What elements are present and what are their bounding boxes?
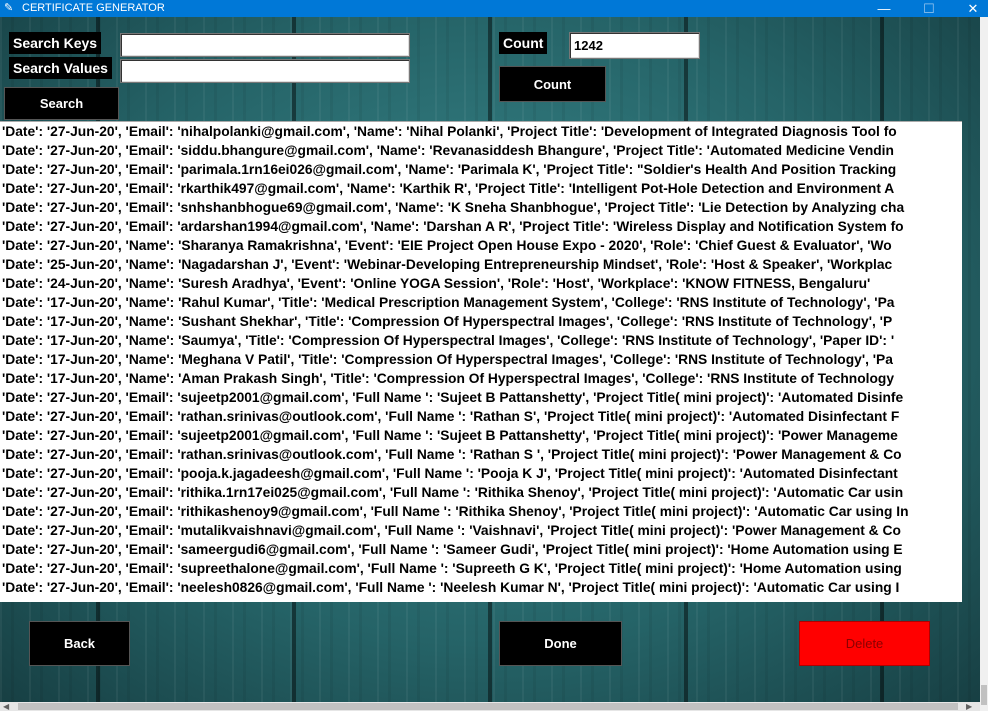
count-button[interactable]: Count bbox=[499, 66, 606, 102]
scroll-left-arrow-icon[interactable]: ◀ bbox=[3, 702, 9, 711]
vertical-scrollbar[interactable] bbox=[980, 17, 988, 711]
list-item[interactable]: 'Date': '27-Jun-20', 'Email': 'rithikash… bbox=[0, 502, 962, 521]
done-button[interactable]: Done bbox=[499, 621, 622, 666]
list-item[interactable]: 'Date': '27-Jun-20', 'Email': 'mutalikva… bbox=[0, 521, 962, 540]
list-item[interactable]: 'Date': '17-Jun-20', 'Name': 'Rahul Kuma… bbox=[0, 293, 962, 312]
list-item[interactable]: 'Date': '17-Jun-20', 'Name': 'Meghana V … bbox=[0, 350, 962, 369]
list-item[interactable]: 'Date': '27-Jun-20', 'Email': 'parimala.… bbox=[0, 160, 962, 179]
list-item[interactable]: 'Date': '27-Jun-20', 'Email': 'siddu.bha… bbox=[0, 141, 962, 160]
search-button[interactable]: Search bbox=[4, 87, 119, 120]
list-item[interactable]: 'Date': '17-Jun-20', 'Name': 'Sushant Sh… bbox=[0, 312, 962, 331]
list-item[interactable]: 'Date': '27-Jun-20', 'Email': 'rathan.sr… bbox=[0, 407, 962, 426]
list-item[interactable]: 'Date': '27-Jun-20', 'Email': 'sujeetp20… bbox=[0, 388, 962, 407]
list-item[interactable]: 'Date': '27-Jun-20', 'Email': 'sameergud… bbox=[0, 540, 962, 559]
count-label: Count bbox=[499, 32, 548, 54]
records-listbox[interactable]: 'Date': '27-Jun-20', 'Email': 'nihalpola… bbox=[0, 121, 962, 602]
back-button[interactable]: Back bbox=[29, 621, 130, 666]
list-item[interactable]: 'Date': '24-Jun-20', 'Name': 'Suresh Ara… bbox=[0, 274, 962, 293]
list-item[interactable]: 'Date': '27-Jun-20', 'Email': 'neelesh08… bbox=[0, 578, 962, 597]
close-button[interactable]: ✕ bbox=[951, 0, 988, 17]
search-values-input[interactable] bbox=[120, 59, 410, 83]
list-item[interactable]: 'Date': '27-Jun-20', 'Email': 'rkarthik4… bbox=[0, 179, 962, 198]
list-item[interactable]: 'Date': '25-Jun-20', 'Name': 'Nagadarsha… bbox=[0, 255, 962, 274]
list-item[interactable]: 'Date': '27-Jun-20', 'Email': 'rathan.sr… bbox=[0, 445, 962, 464]
list-item[interactable]: 'Date': '27-Jun-20', 'Email': 'rithika.1… bbox=[0, 483, 962, 502]
horizontal-scrollbar[interactable]: ◀ ▶ bbox=[0, 702, 980, 711]
list-item[interactable]: 'Date': '27-Jun-20', 'Email': 'sujeetp20… bbox=[0, 426, 962, 445]
list-item[interactable]: 'Date': '17-Jun-20', 'Name': 'Aman Praka… bbox=[0, 369, 962, 388]
delete-button[interactable]: Delete bbox=[799, 621, 930, 666]
title-bar: ✎ CERTIFICATE GENERATOR — ☐ ✕ bbox=[0, 0, 988, 17]
minimize-button[interactable]: — bbox=[862, 0, 906, 17]
list-item[interactable]: 'Date': '27-Jun-20', 'Email': 'snhshanbh… bbox=[0, 198, 962, 217]
list-item[interactable]: 'Date': '27-Jun-20', 'Email': 'ardarshan… bbox=[0, 217, 962, 236]
search-keys-label: Search Keys bbox=[9, 32, 102, 54]
search-values-label: Search Values bbox=[9, 57, 112, 79]
list-item[interactable]: 'Date': '27-Jun-20', 'Email': 'nihalpola… bbox=[0, 122, 962, 141]
scroll-right-arrow-icon[interactable]: ▶ bbox=[966, 702, 972, 711]
list-item[interactable]: 'Date': '27-Jun-20', 'Email': 'pooja.k.j… bbox=[0, 464, 962, 483]
window-title: CERTIFICATE GENERATOR bbox=[22, 2, 165, 14]
main-panel: Search Keys Search Values Search Count C… bbox=[0, 17, 980, 702]
horizontal-scroll-thumb[interactable] bbox=[18, 703, 958, 710]
list-item[interactable]: 'Date': '17-Jun-20', 'Name': 'Saumya', '… bbox=[0, 331, 962, 350]
vertical-scroll-thumb[interactable] bbox=[981, 685, 987, 705]
maximize-button[interactable]: ☐ bbox=[907, 0, 951, 17]
list-item[interactable]: 'Date': '27-Jun-20', 'Email': 'supreetha… bbox=[0, 559, 962, 578]
list-item[interactable]: 'Date': '27-Jun-20', 'Name': 'Sharanya R… bbox=[0, 236, 962, 255]
count-field[interactable] bbox=[569, 32, 700, 59]
search-keys-input[interactable] bbox=[120, 33, 410, 57]
feather-icon: ✎ bbox=[4, 2, 14, 14]
